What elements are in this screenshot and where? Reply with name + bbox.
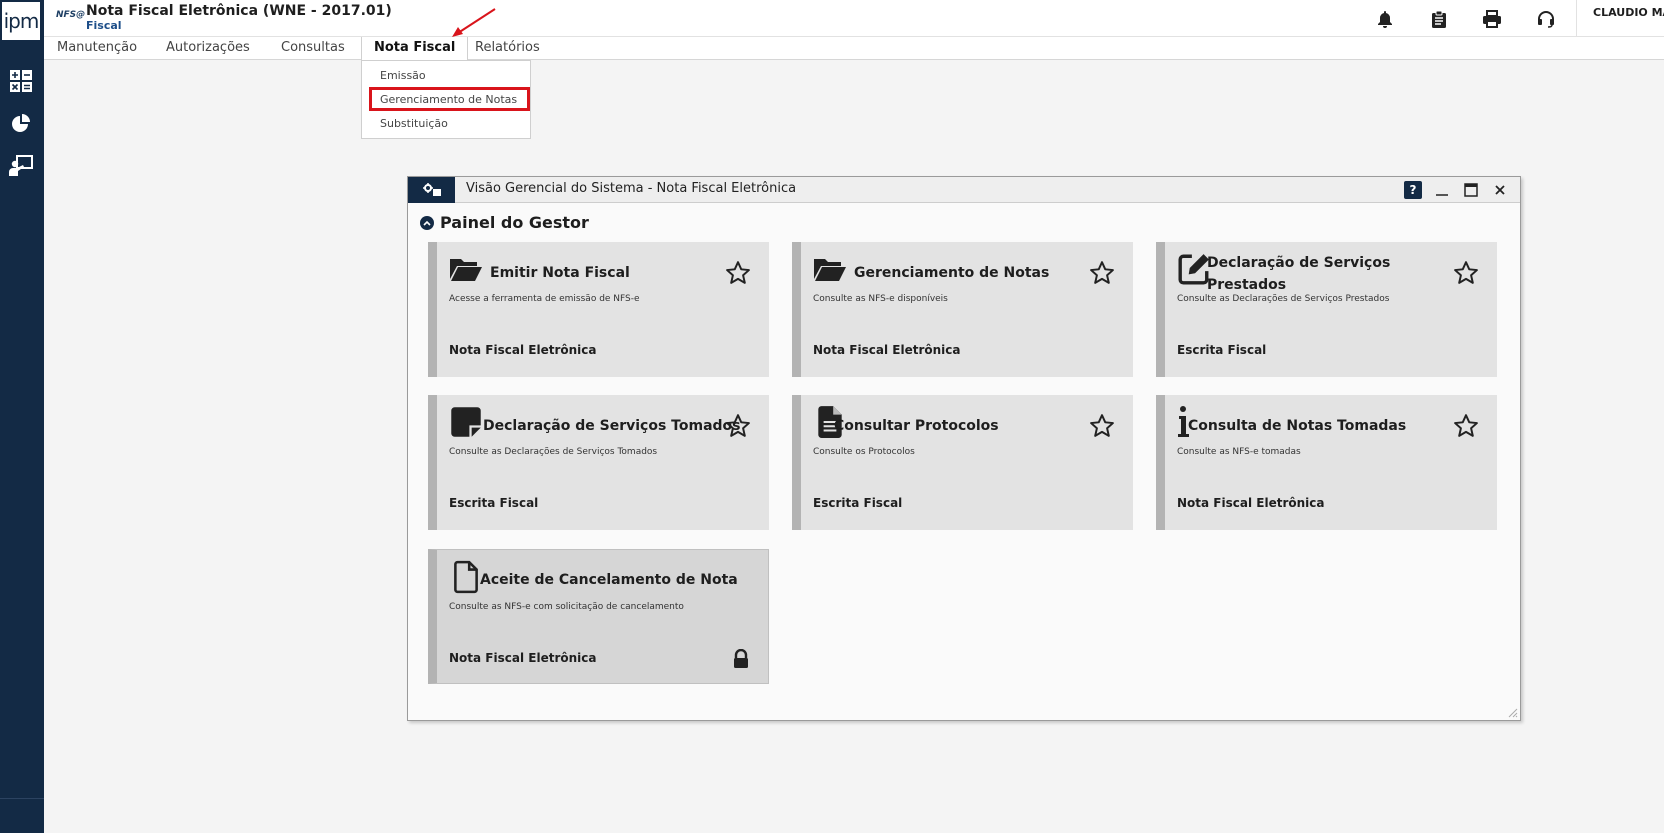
user-name[interactable]: CLAUDIO MA [1593,6,1664,19]
menu-item-nota-fiscal[interactable]: Nota Fiscal [361,37,469,61]
card-declaracao-servicos-tomados[interactable]: Declaração de Serviços Tomados Consulte … [428,395,769,530]
sidebar: ipm [0,0,44,833]
card-category: Nota Fiscal Eletrônica [449,651,597,665]
app-header: NFS@ Nota Fiscal Eletrônica (WNE - 2017.… [44,0,1664,37]
card-category: Escrita Fiscal [1177,343,1267,357]
card-category: Nota Fiscal Eletrônica [449,343,597,357]
menu-item-consultas[interactable]: Consultas [281,37,345,60]
menu-item-relatorios[interactable]: Relatórios [475,37,540,60]
folder-open-icon [450,259,482,281]
card-title: Gerenciamento de Notas [854,265,1050,281]
menu-bar: Manutenção Autorizações Consultas Nota F… [44,37,1664,61]
menu-item-manutencao[interactable]: Manutenção [57,37,137,60]
card-description: Consulte as Declarações de Serviços Toma… [449,447,658,457]
app-title: Nota Fiscal Eletrônica (WNE - 2017.01) [86,3,392,19]
star-icon[interactable] [725,413,751,439]
minimize-button[interactable] [1432,180,1452,200]
card-description: Consulte as NFS-e tomadas [1177,447,1301,457]
annotation-arrow-icon [452,8,496,37]
dropdown-item-substituicao[interactable]: Substituição [380,117,448,130]
dropdown-item-gerenciamento-de-notas[interactable]: Gerenciamento de Notas [380,93,517,106]
star-icon[interactable] [1453,413,1479,439]
file-icon [454,560,478,594]
bell-icon[interactable] [1374,8,1396,30]
nfse-logo: NFS@ [56,10,86,20]
sticky-note-icon [451,407,481,437]
card-consultar-protocolos[interactable]: Consultar Protocolos Consulte os Protoco… [792,395,1133,530]
app-subtitle: Fiscal [86,19,122,32]
folder-open-icon [814,259,846,281]
card-description: Consulte as Declarações de Serviços Pres… [1177,294,1390,304]
edit-icon [1178,254,1209,285]
clipboard-icon[interactable] [1428,8,1450,30]
chevron-up-icon [420,215,434,230]
help-button[interactable]: ? [1404,181,1422,199]
menu-item-autorizacoes[interactable]: Autorizações [166,37,250,60]
card-declaracao-servicos-prestados[interactable]: Declaração de Serviços Prestados Consult… [1156,242,1497,377]
printer-icon[interactable] [1481,8,1503,30]
dropdown-item-emissao[interactable]: Emissão [380,69,426,82]
lock-icon [734,649,748,668]
ipm-logo[interactable]: ipm [0,0,42,42]
card-title: Aceite de Cancelamento de Nota [480,572,738,588]
headset-icon[interactable] [1535,8,1557,30]
card-description: Consulte as NFS-e com solicitação de can… [449,602,684,612]
pie-chart-icon[interactable] [8,111,34,137]
window-titlebar[interactable]: Visão Gerencial do Sistema - Nota Fiscal… [408,177,1520,203]
star-icon[interactable] [1453,260,1479,286]
logo-text: ipm [3,9,40,33]
section-toggle[interactable]: Painel do Gestor [420,213,589,232]
card-description: Consulte os Protocolos [813,447,915,457]
header-separator [1576,0,1577,37]
dashboard-window: Visão Gerencial do Sistema - Nota Fiscal… [407,176,1521,721]
card-description: Consulte as NFS-e disponíveis [813,294,948,304]
settings-window-icon [408,177,455,203]
star-icon[interactable] [1089,260,1115,286]
card-category: Escrita Fiscal [449,496,539,510]
card-title: Declaração de Serviços Tomados [483,418,741,434]
card-title: Emitir Nota Fiscal [490,265,630,281]
window-title: Visão Gerencial do Sistema - Nota Fiscal… [466,181,797,196]
card-title: Declaração de Serviços Prestados [1207,255,1391,293]
resize-grip-icon[interactable] [1508,708,1518,718]
card-category: Escrita Fiscal [813,496,903,510]
card-category: Nota Fiscal Eletrônica [813,343,961,357]
card-aceite-cancelamento-nota[interactable]: Aceite de Cancelamento de Nota Consulte … [428,549,769,684]
card-description: Acesse a ferramenta de emissão de NFS-e [449,294,640,304]
star-icon[interactable] [1089,413,1115,439]
calculator-icon[interactable] [8,68,34,94]
card-title: Consulta de Notas Tomadas [1188,418,1407,434]
card-consulta-notas-tomadas[interactable]: Consulta de Notas Tomadas Consulte as NF… [1156,395,1497,530]
sidebar-divider [0,798,44,799]
card-emitir-nota-fiscal[interactable]: Emitir Nota Fiscal Acesse a ferramenta d… [428,242,769,377]
card-category: Nota Fiscal Eletrônica [1177,496,1325,510]
section-title: Painel do Gestor [440,213,589,232]
card-title: Consultar Protocolos [834,418,999,434]
maximize-button[interactable] [1461,180,1481,200]
star-icon[interactable] [725,260,751,286]
card-gerenciamento-de-notas[interactable]: Gerenciamento de Notas Consulte as NFS-e… [792,242,1133,377]
close-button[interactable] [1490,180,1510,200]
user-presentation-icon[interactable] [8,153,34,179]
nota-fiscal-dropdown: Emissão Gerenciamento de Notas Substitui… [361,60,531,139]
